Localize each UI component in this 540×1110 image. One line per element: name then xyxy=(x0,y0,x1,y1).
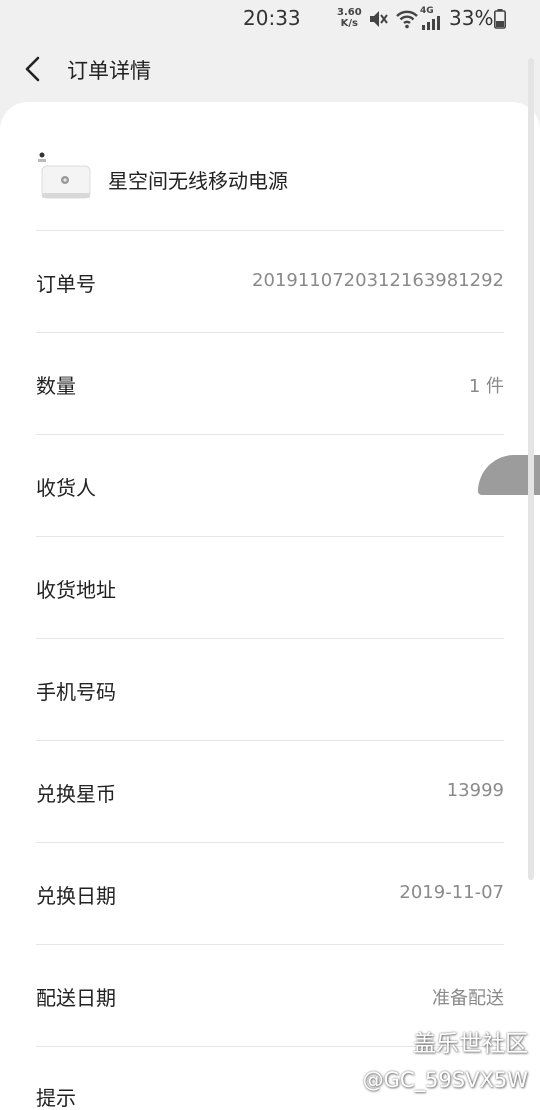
divider xyxy=(36,842,504,843)
redeem-date-label: 兑换日期 xyxy=(36,884,116,908)
order-detail-card xyxy=(0,102,540,1110)
network-speed-unit: K/s xyxy=(340,18,359,29)
community-watermark: 盖乐世社区 @GC_59SVX5W xyxy=(363,1026,528,1098)
divider xyxy=(36,740,504,741)
quantity-label: 数量 xyxy=(36,374,76,398)
mute-icon xyxy=(370,11,388,27)
battery-percent: 33% xyxy=(449,6,494,30)
quantity-value: 1 件 xyxy=(468,376,504,397)
scrollbar[interactable] xyxy=(528,58,534,880)
watermark-user-id: @GC_59SVX5W xyxy=(362,1068,528,1092)
product-thumbnail xyxy=(38,152,91,199)
divider xyxy=(36,332,504,333)
delivery-date-label: 配送日期 xyxy=(36,986,116,1010)
watermark-community-name: 盖乐世社区 xyxy=(413,1031,528,1057)
order-no-value: 20191107203121639812​92 xyxy=(252,270,504,291)
divider xyxy=(36,536,504,537)
app-header: 订单详情 xyxy=(0,40,540,100)
status-bar: 20:33 3.60 K/s 4G 33% xyxy=(0,0,540,40)
page-title: 订单详情 xyxy=(67,59,151,83)
order-no-label: 订单号 xyxy=(36,272,96,296)
network-speed-value: 3.60 xyxy=(337,7,362,18)
wifi-icon xyxy=(396,10,418,29)
divider xyxy=(36,944,504,945)
product-name: 星空间无线移动电源 xyxy=(108,169,288,193)
coins-value: 13999 xyxy=(446,780,504,801)
status-time: 20:33 xyxy=(243,6,301,30)
battery-icon xyxy=(494,9,506,29)
divider xyxy=(36,638,504,639)
tip-label: 提示 xyxy=(36,1086,76,1110)
signal-type-label: 4G xyxy=(420,6,434,16)
product-row[interactable]: 星空间无线移动电源 xyxy=(36,128,504,230)
delivery-date-value: 准备配送 xyxy=(432,988,504,1009)
divider xyxy=(36,434,504,435)
network-speed: 3.60 K/s xyxy=(337,7,362,29)
redeem-date-value: 2019-11-07 xyxy=(399,882,504,903)
address-label: 收货地址 xyxy=(36,578,116,602)
chevron-left-icon xyxy=(25,56,40,82)
phone-label: 手机号码 xyxy=(36,680,116,704)
back-button[interactable] xyxy=(16,52,50,86)
receiver-label: 收货人 xyxy=(36,476,96,500)
divider xyxy=(36,230,504,231)
coins-label: 兑换星币 xyxy=(36,782,116,806)
